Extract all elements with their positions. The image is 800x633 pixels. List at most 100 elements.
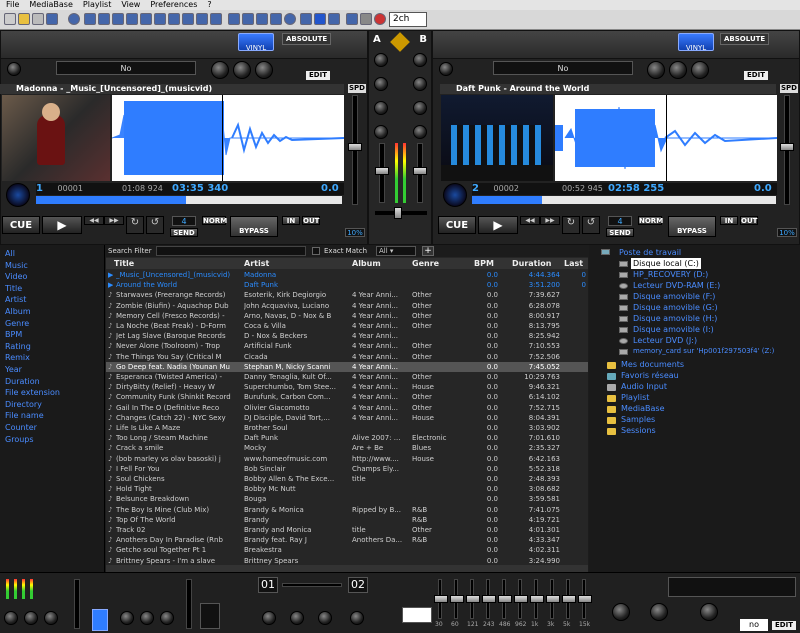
deck-a-absolute-button[interactable]: ABSOLUTE [282,33,332,45]
eq-band-thumb[interactable] [498,595,512,603]
tree-removable-i[interactable]: Disque amovible (I:) [633,324,714,335]
deck-a-effect-knob-3[interactable] [255,61,273,79]
eq-band-thumb[interactable] [514,595,528,603]
menu-help[interactable]: ? [207,0,211,10]
eq-band-thumb[interactable] [546,595,560,603]
eq-band-thumb[interactable] [530,595,544,603]
sampler-icon[interactable] [126,13,138,25]
scratch-icon[interactable] [284,13,296,25]
category-item[interactable]: Counter [0,422,104,434]
table-row[interactable]: ♪ Crack a smile Mocky Are + Be Blues 0.0 2:35.… [106,443,588,453]
deck-a-edit-button[interactable]: EDIT [306,71,330,80]
deck-a-effect-select[interactable]: No [56,61,196,75]
mixer-a-high-knob[interactable] [374,77,388,91]
sampler-fader-2[interactable] [186,579,192,629]
table-row[interactable]: ♪ (bob marley vs olav basoski) j www.homeo… [106,454,588,464]
column-header[interactable]: Last [564,258,583,269]
eq-band-thumb[interactable] [578,595,592,603]
table-row[interactable]: ♪ Life Is Like A Maze Brother Soul 0.0 3:03.… [106,423,588,433]
eq-knob-4[interactable] [350,611,364,625]
table-row[interactable]: ♪ Go Deep feat. Nadia (Younan Mu Stephan M… [106,361,588,372]
deck-b-next-button[interactable]: ▶▶ [540,216,560,225]
table-row[interactable]: ♪ La Noche (Beat Freak) - D-Form Coca & Vi… [106,321,588,331]
deck-b-overview[interactable] [472,196,776,204]
deck-b-effect-knob-3[interactable] [691,61,709,79]
deck-a-waveform[interactable] [111,95,345,181]
mixer-b-gain-knob[interactable] [413,53,427,67]
tree-audio-input[interactable]: Audio Input [621,381,667,392]
tree-samples[interactable]: Samples [621,414,655,425]
deck-b-pitch-thumb[interactable] [780,143,794,151]
category-item[interactable]: Directory [0,399,104,411]
table-row[interactable]: ▶ _Music_[Uncensored]_(musicvid) Madonna 0.… [106,270,588,280]
deck-a-jog-wheel[interactable] [6,183,30,207]
sampler-active-button[interactable] [92,609,108,631]
category-item[interactable]: Remix [0,352,104,364]
settings-icon[interactable] [360,13,372,25]
deck-b-effect-knob-2[interactable] [669,61,687,79]
mixer-a-low-knob[interactable] [374,125,388,139]
table-row[interactable]: ♪ Never Alone (Toolroom) - Trop Artificial… [106,341,588,351]
table-row[interactable]: ♪ Esperanca (Twisted America) - Danny Tena… [106,372,588,382]
waveform-icon[interactable] [228,13,240,25]
deck-b-effect-select[interactable]: No [493,61,633,75]
tree-recovery[interactable]: HP_RECOVERY (D:) [633,269,708,280]
fx-value[interactable]: no [740,619,768,631]
deck-a-loop-icon[interactable]: ↺ [146,216,164,234]
deck-b-send-button[interactable]: SEND [606,228,634,237]
deck-b-loop-in-button[interactable]: IN [720,216,738,225]
category-item[interactable]: BPM [0,329,104,341]
mixer-a-mid-knob[interactable] [374,101,388,115]
deck-b-loop-icon[interactable]: ↺ [582,216,600,234]
menu-playlist[interactable]: Playlist [83,0,111,10]
table-row[interactable]: ♪ DirtyBitty (Relief) - Heavy W Superchumb… [106,382,588,392]
deck-a-sync-icon[interactable]: ↻ [126,216,144,234]
exact-match-checkbox[interactable] [312,247,320,255]
deck-b-loop-out-button[interactable]: OUT [740,216,758,225]
list-scrollbar[interactable] [106,565,588,572]
search-field-select[interactable]: All ▾ [376,246,416,256]
tree-memory-card[interactable]: memory_card sur 'Hp001f297503f4' (Z:) [633,346,774,357]
deck-a-bypass-button[interactable]: BYPASS [230,216,278,237]
mixer-b-volume-thumb[interactable] [413,167,427,175]
config-icon[interactable] [168,13,180,25]
tree-removable-f[interactable]: Disque amovible (F:) [633,291,715,302]
deck-b-prev-button[interactable]: ◀◀ [520,216,540,225]
eq-band-thumb[interactable] [450,595,464,603]
beat-icon[interactable] [242,13,254,25]
table-row[interactable]: ♪ Memory Cell (Fresco Records) - Arno, Nav… [106,311,588,321]
fx-knob-3[interactable] [700,603,718,621]
sampler-knob-3[interactable] [44,611,58,625]
deck-b-loop-length[interactable]: 4 [608,216,632,226]
deck-b-sync-icon[interactable]: ↻ [562,216,580,234]
column-header[interactable]: Album [352,258,381,269]
table-row[interactable]: ▶ Around the World Daft Punk 0.0 3:51.200 0 [106,280,588,290]
table-row[interactable]: ♪ The Things You Say (Critical M Cicada 4 Y… [106,352,588,362]
screen-icon[interactable] [346,13,358,25]
deck-a-overview[interactable] [36,196,342,204]
category-item[interactable]: Music [0,260,104,272]
menu-view[interactable]: View [121,0,140,10]
deck-b-bypass-button[interactable]: BYPASS [668,216,716,237]
deck-b-play-button[interactable]: ▶ [478,216,518,234]
deck-a-effect-knob-1[interactable] [211,61,229,79]
mixer-b-high-knob[interactable] [413,77,427,91]
table-row[interactable]: ♪ Changes (Catch 22) - NYC Sexy DJ Discipl… [106,413,588,423]
eq-knob-1[interactable] [262,611,276,625]
category-item[interactable]: All [0,248,104,260]
eq-band-thumb[interactable] [466,595,480,603]
deck-a-pitch-range[interactable]: 10% [345,228,365,237]
column-header[interactable]: Genre [412,258,439,269]
fx-edit-button[interactable]: EDIT [772,621,796,630]
deck-b-waveform[interactable] [555,95,778,181]
deck-b-vinyl-button[interactable]: VINYL [678,33,714,52]
mixer-icon[interactable] [154,13,166,25]
table-row[interactable]: ♪ Community Funk (Shinkit Record Burufunk,… [106,392,588,402]
category-item[interactable]: Title [0,283,104,295]
sampler-knob-1[interactable] [4,611,18,625]
category-item[interactable]: Genre [0,318,104,330]
tree-mediabase[interactable]: MediaBase [621,403,665,414]
deck-b-effect-knob-1[interactable] [647,61,665,79]
eq-icon[interactable] [300,13,312,25]
sampler-crossfader[interactable] [282,583,342,587]
